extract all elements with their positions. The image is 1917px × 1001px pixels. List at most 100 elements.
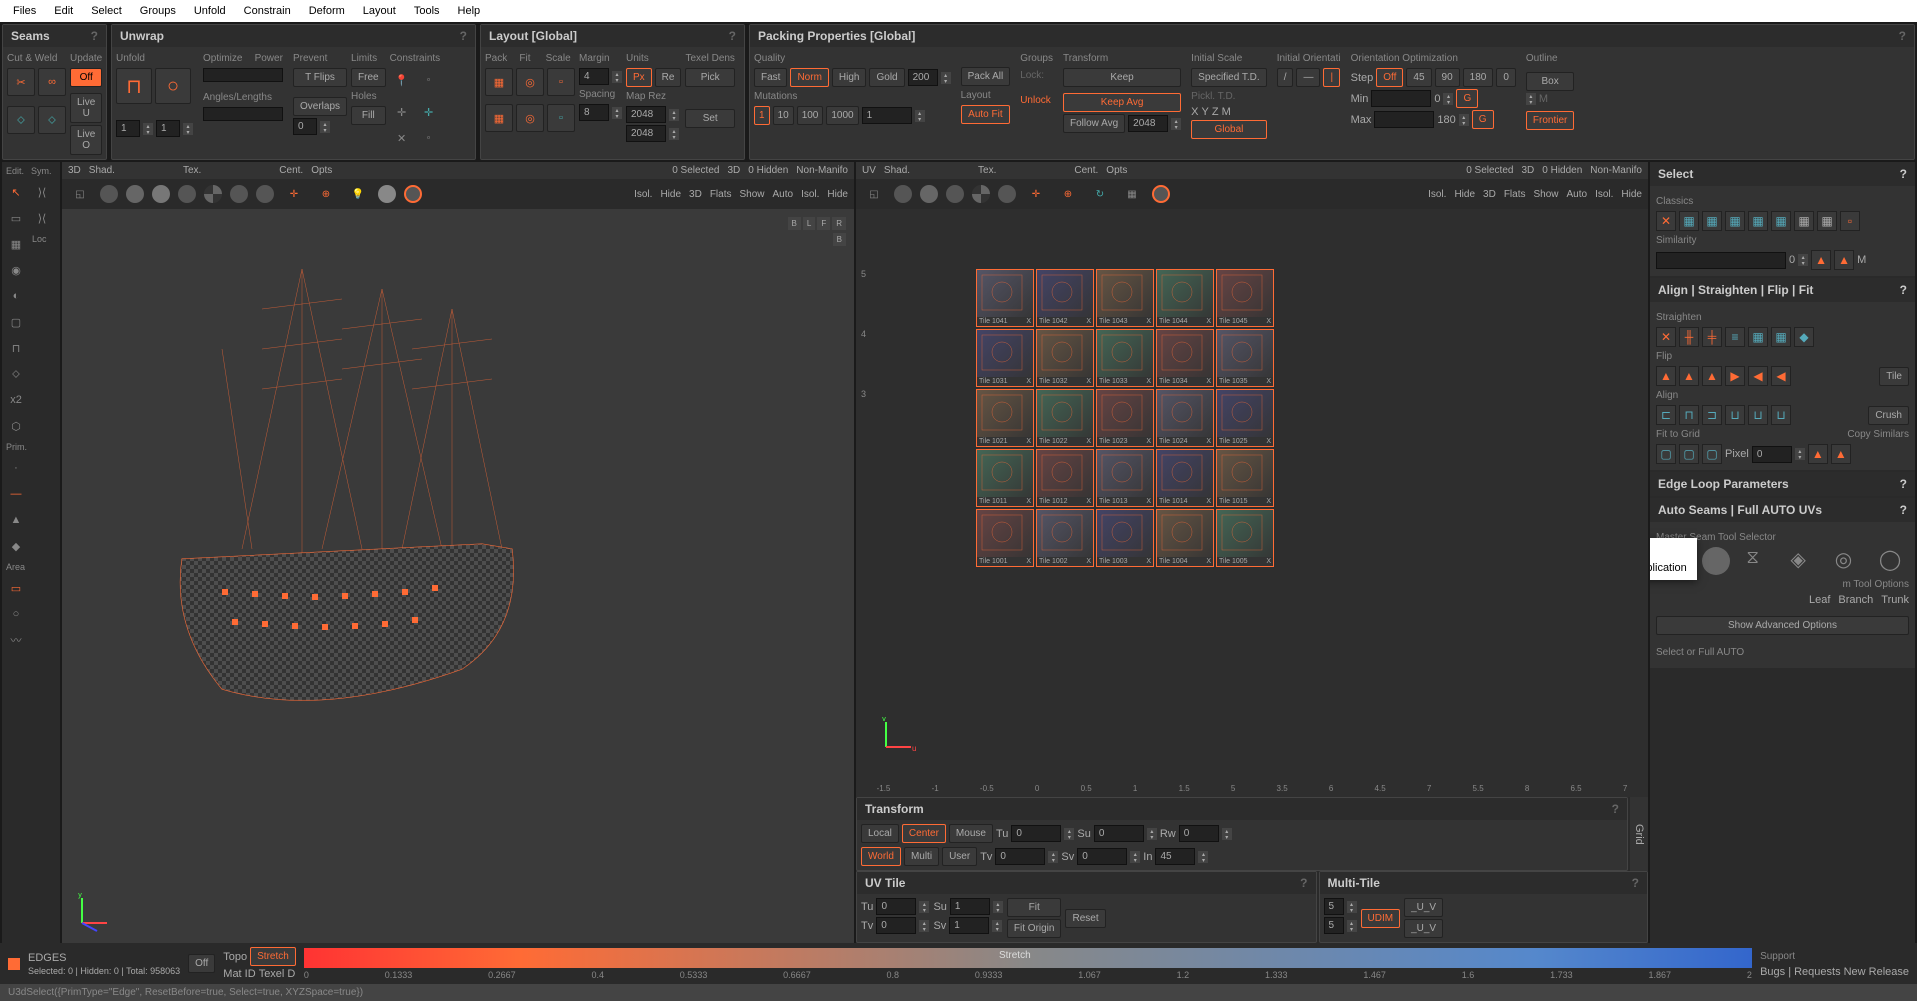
help-icon[interactable]: ? [1632, 876, 1639, 890]
uv-tile[interactable]: Tile 1044X [1156, 269, 1214, 327]
packall-button[interactable]: Pack All [961, 67, 1011, 86]
seam-sphere-icon[interactable] [1702, 547, 1730, 575]
uv-tile[interactable]: Tile 1032X [1036, 329, 1094, 387]
gold-button[interactable]: Gold [869, 68, 904, 87]
sv-input[interactable] [1077, 848, 1127, 865]
uvh-hide2[interactable]: Hide [1621, 189, 1642, 200]
mouse-button[interactable]: Mouse [949, 824, 993, 843]
vh-hide2[interactable]: Hide [827, 189, 848, 200]
uv-tile[interactable]: Tile 1013X [1096, 449, 1154, 507]
help-icon[interactable]: ? [1900, 167, 1907, 181]
spacing-input[interactable] [579, 104, 609, 121]
re-button[interactable]: Re [655, 68, 682, 87]
help-icon[interactable]: ? [460, 29, 467, 43]
axis-gizmo-uv[interactable]: vu [876, 717, 916, 757]
vh-flats[interactable]: Flats [710, 189, 732, 200]
vp-shade1-icon[interactable] [100, 185, 118, 203]
user-button[interactable]: User [942, 847, 977, 866]
uvt-tv-input[interactable] [876, 917, 916, 934]
dash-button[interactable]: — [1296, 68, 1320, 87]
sel-grid5-icon[interactable]: ▦ [1771, 211, 1791, 231]
stepoff-button[interactable]: Off [1376, 68, 1403, 87]
flip5-icon[interactable]: ◀ [1748, 366, 1768, 386]
shield-icon[interactable]: ⬡ [4, 414, 28, 438]
uv-shade1-icon[interactable] [894, 185, 912, 203]
help-icon[interactable]: ? [1612, 802, 1619, 816]
prevent-v-input[interactable] [293, 118, 317, 135]
sim-tool2-icon[interactable]: ▲ [1834, 250, 1854, 270]
constraint-tool-icon[interactable]: ✛ [390, 100, 414, 124]
topo-label[interactable]: Topo [223, 951, 247, 963]
uv2-button[interactable]: _U_V [1404, 919, 1443, 938]
pack2-icon[interactable]: ▦ [485, 104, 513, 132]
sel-grid6-icon[interactable]: ▦ [1794, 211, 1814, 231]
menu-layout[interactable]: Layout [355, 3, 404, 19]
g-button[interactable]: G [1456, 89, 1478, 108]
liveo-button[interactable]: Live O [70, 125, 102, 155]
face-icon[interactable]: ▲ [4, 508, 28, 532]
px-button[interactable]: Px [626, 68, 652, 87]
trunk-label[interactable]: Trunk [1881, 594, 1909, 606]
lasso-icon[interactable]: ⟩⟨ [30, 206, 54, 230]
help-icon[interactable]: ? [91, 29, 98, 43]
uv-cube-icon[interactable]: ◱ [862, 182, 886, 206]
vp-shade4-icon[interactable] [178, 185, 196, 203]
high-button[interactable]: High [832, 68, 867, 87]
sim-tool1-icon[interactable]: ▲ [1811, 250, 1831, 270]
followavg-button[interactable]: Follow Avg [1063, 114, 1125, 133]
vh-3d-btn[interactable]: 3D [689, 189, 702, 200]
grid-icon[interactable]: ▦ [4, 232, 28, 256]
area-rect-icon[interactable]: ▭ [4, 576, 28, 600]
sel-box-icon[interactable]: ▫ [1840, 211, 1860, 231]
vp-shade3-icon[interactable] [152, 185, 170, 203]
uvt-su-input[interactable] [950, 898, 990, 915]
scale2-icon[interactable]: ▫ [547, 104, 575, 132]
pick-button[interactable]: Pick [685, 68, 734, 87]
fit-button[interactable]: Fit [1007, 898, 1062, 917]
uv-tile[interactable]: Tile 1004X [1156, 509, 1214, 567]
x2-icon[interactable]: x2 [4, 388, 28, 412]
cs2-icon[interactable]: ▲ [1831, 444, 1851, 464]
constraint-tool3-icon[interactable]: ✕ [390, 126, 414, 150]
unfold-v2-input[interactable] [156, 120, 180, 137]
uvh-auto[interactable]: Auto [1567, 189, 1588, 200]
uv-checker-icon[interactable] [972, 185, 990, 203]
tu-input[interactable] [1011, 825, 1061, 842]
liveu-button[interactable]: Live U [70, 93, 102, 123]
align3-icon[interactable]: ⊐ [1702, 405, 1722, 425]
bar-button[interactable]: | [1323, 68, 1340, 87]
deselect-icon[interactable]: ✕ [1656, 211, 1676, 231]
uv-tile[interactable]: Tile 1042X [1036, 269, 1094, 327]
a180-button[interactable]: 180 [1463, 68, 1494, 87]
vh-auto[interactable]: Auto [773, 189, 794, 200]
uv-tile[interactable]: Tile 1031X [976, 329, 1034, 387]
leaf-label[interactable]: Leaf [1809, 594, 1830, 606]
min-input[interactable] [1371, 90, 1431, 107]
menu-help[interactable]: Help [450, 3, 489, 19]
reset-button[interactable]: Reset [1065, 909, 1105, 928]
ftg1-icon[interactable]: ▢ [1656, 444, 1676, 464]
bugs-button[interactable]: Bugs | Requests [1760, 966, 1841, 978]
uv-tile[interactable]: Tile 1005X [1216, 509, 1274, 567]
view-cube-b[interactable]: B [833, 233, 846, 246]
pack-icon[interactable]: ▦ [485, 68, 513, 96]
texeld-label[interactable]: Texel D [259, 968, 296, 980]
str4-icon[interactable]: ≡ [1725, 327, 1745, 347]
uv-shade3-icon[interactable] [946, 185, 964, 203]
m10-button[interactable]: 10 [773, 106, 794, 125]
uv-tile[interactable]: Tile 1045X [1216, 269, 1274, 327]
similarity-slider[interactable] [1656, 252, 1786, 269]
constraint-tool2-icon[interactable]: ✛ [417, 100, 441, 124]
uvh-isol[interactable]: Isol. [1428, 189, 1446, 200]
menu-files[interactable]: Files [5, 3, 44, 19]
str2-icon[interactable]: ╫ [1679, 327, 1699, 347]
sel-grid3-icon[interactable]: ▦ [1725, 211, 1745, 231]
fast-button[interactable]: Fast [754, 68, 787, 87]
vp-checker-icon[interactable] [204, 185, 222, 203]
str3-icon[interactable]: ╪ [1702, 327, 1722, 347]
udim-button[interactable]: UDIM [1361, 909, 1401, 928]
uv-tile[interactable]: Tile 1012X [1036, 449, 1094, 507]
crush-button[interactable]: Crush [1868, 406, 1909, 425]
uvh-3d[interactable]: 3D [1483, 189, 1496, 200]
align2-icon[interactable]: ⊓ [1679, 405, 1699, 425]
